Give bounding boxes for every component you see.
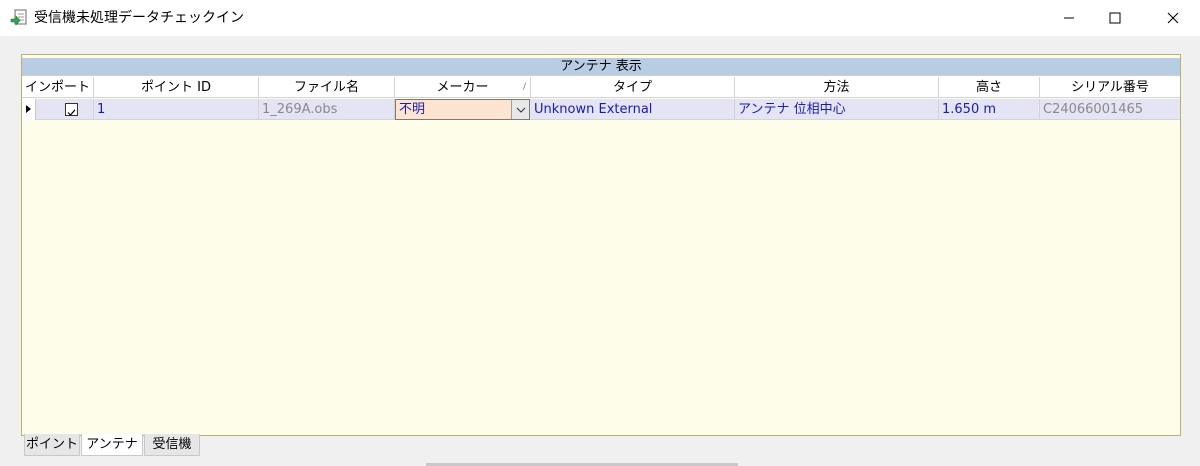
serial-cell: C24066001465 bbox=[1043, 102, 1144, 117]
column-header-type[interactable]: タイプ bbox=[531, 77, 735, 98]
column-header-maker-label: メーカー bbox=[436, 80, 489, 95]
maker-dropdown[interactable]: 不明 bbox=[395, 99, 530, 120]
close-button[interactable] bbox=[1150, 0, 1196, 36]
height-cell[interactable]: 1.650 m bbox=[939, 99, 1040, 120]
column-header-point-id[interactable]: ポイント ID bbox=[94, 77, 259, 98]
title-bar: 受信機未処理データチェックイン bbox=[0, 0, 1200, 36]
window-title: 受信機未処理データチェックイン bbox=[34, 10, 244, 26]
chevron-down-icon bbox=[516, 107, 525, 113]
maximize-icon bbox=[1109, 12, 1121, 24]
close-icon bbox=[1167, 12, 1179, 24]
method-cell[interactable]: アンテナ 位相中心 bbox=[735, 99, 939, 120]
point-id-cell[interactable]: 1 bbox=[94, 99, 259, 120]
table-row[interactable]: 1 1_269A.obs 不明 Unknown External アンテナ 位相… bbox=[22, 99, 1180, 120]
column-header-maker[interactable]: メーカー / bbox=[395, 77, 531, 98]
antenna-grid: アンテナ 表示 インポート ポイント ID ファイル名 メーカー / タイプ 方… bbox=[21, 54, 1181, 436]
type-cell[interactable]: Unknown External bbox=[531, 99, 735, 120]
sort-indicator-icon: / bbox=[522, 82, 526, 92]
import-checkbox[interactable] bbox=[65, 103, 78, 116]
dropdown-button[interactable] bbox=[511, 100, 529, 119]
column-header-height[interactable]: 高さ bbox=[939, 77, 1040, 98]
column-header-file-name[interactable]: ファイル名 bbox=[259, 77, 395, 98]
column-header-row: インポート ポイント ID ファイル名 メーカー / タイプ 方法 高さ シリア… bbox=[22, 77, 1180, 98]
maker-dropdown-value: 不明 bbox=[399, 102, 426, 117]
file-name-cell: 1_269A.obs bbox=[259, 99, 395, 120]
tab-point[interactable]: ポイント bbox=[24, 434, 80, 456]
checkmark-icon bbox=[67, 109, 76, 116]
row-selector-arrow-icon[interactable] bbox=[22, 99, 36, 120]
column-header-import[interactable]: インポート bbox=[22, 77, 94, 98]
column-header-method[interactable]: 方法 bbox=[735, 77, 939, 98]
minimize-icon bbox=[1064, 17, 1074, 19]
tab-antenna[interactable]: アンテナ bbox=[81, 434, 143, 456]
column-header-serial[interactable]: シリアル番号 bbox=[1040, 77, 1180, 98]
import-cell bbox=[36, 99, 94, 120]
app-checkin-icon bbox=[10, 9, 27, 26]
minimize-button[interactable] bbox=[1046, 0, 1092, 36]
grid-group-header: アンテナ 表示 bbox=[22, 58, 1180, 76]
maximize-button[interactable] bbox=[1092, 0, 1138, 36]
tab-receiver[interactable]: 受信機 bbox=[144, 434, 200, 456]
